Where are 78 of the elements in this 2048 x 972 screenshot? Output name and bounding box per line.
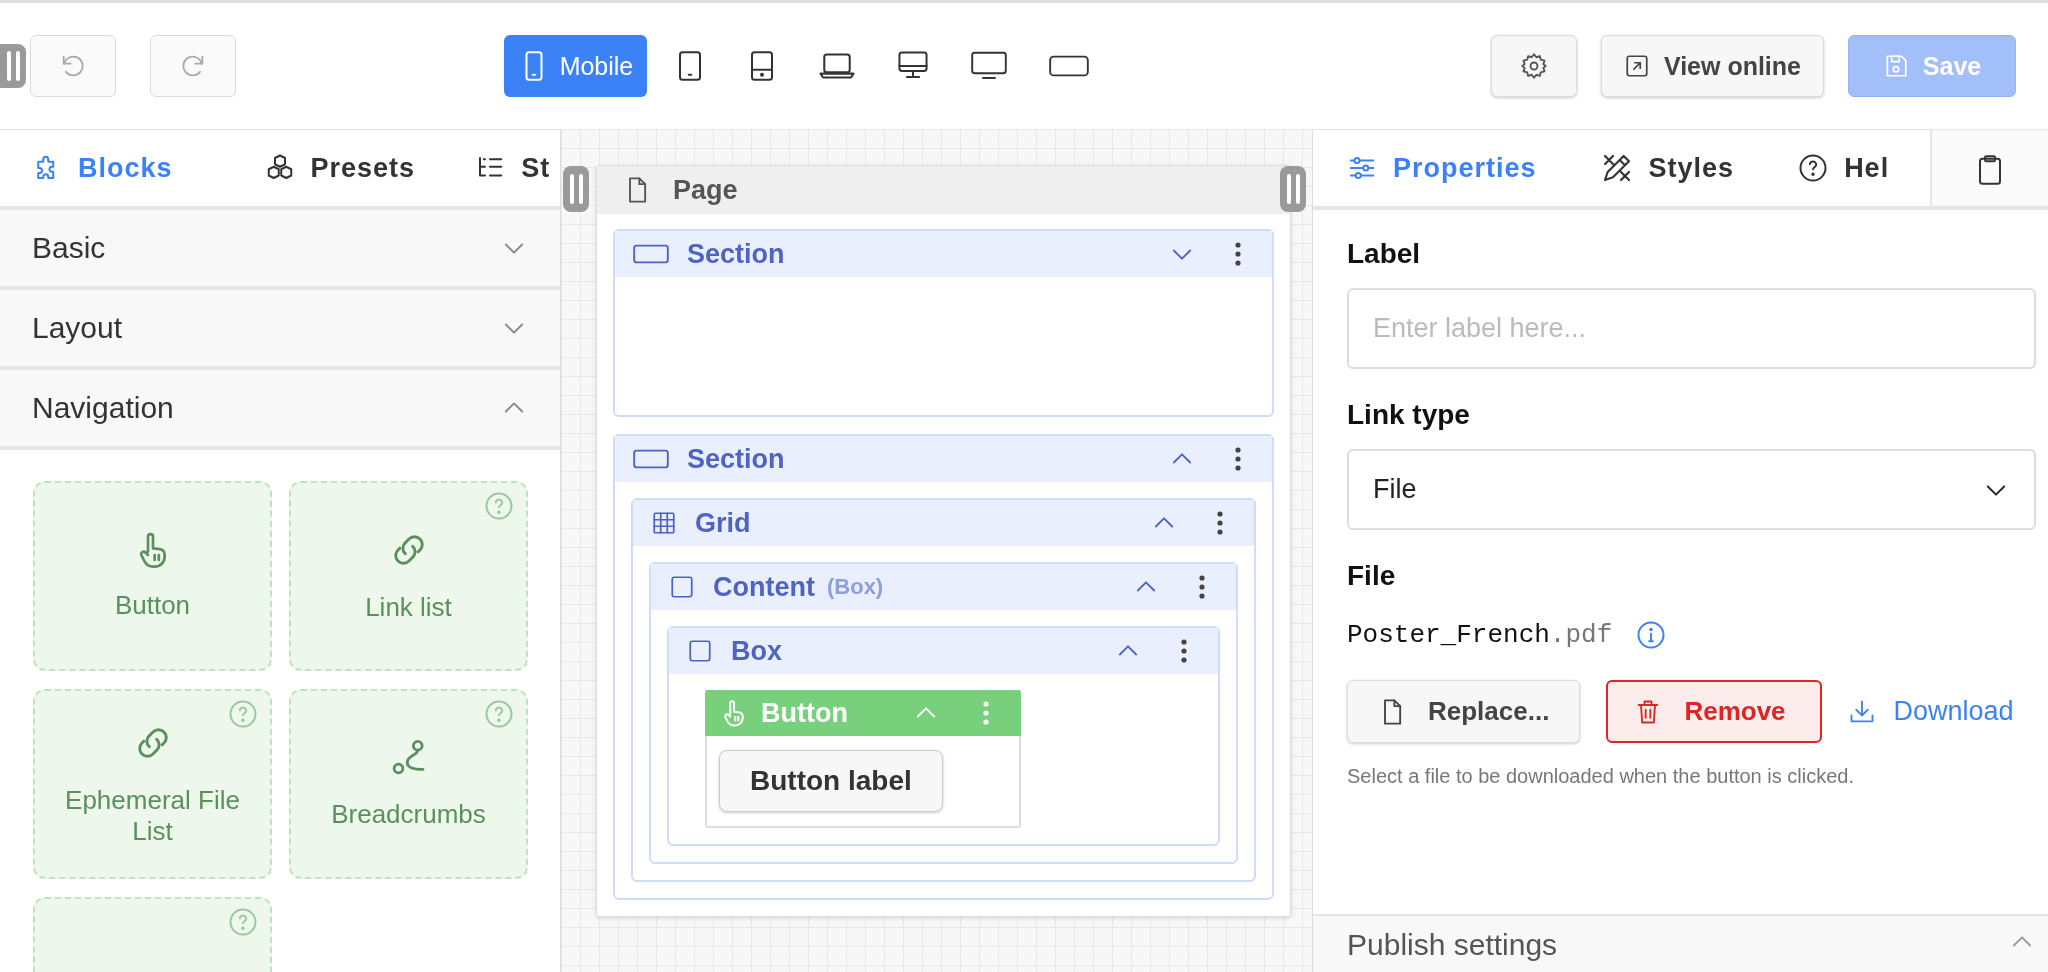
more-options-icon[interactable] [1216, 510, 1224, 536]
help-icon [1798, 153, 1829, 183]
more-options-icon[interactable] [1234, 446, 1242, 472]
view-online-button[interactable]: View online [1600, 35, 1824, 97]
panel-tab[interactable]: Properties [1313, 130, 1569, 206]
external-link-icon [1623, 53, 1650, 79]
field-label: Link type [1347, 399, 1471, 431]
button-preview[interactable]: Button label [719, 750, 943, 812]
clipboard-icon [1976, 155, 2004, 185]
page-header[interactable]: Page [597, 166, 1290, 214]
button-block[interactable]: Button Button label [705, 690, 1021, 828]
tablet-icon [749, 51, 776, 81]
help-icon [484, 699, 514, 729]
resize-handle[interactable] [563, 166, 589, 212]
link-type-select[interactable]: File [1347, 449, 2036, 530]
block-card[interactable]: Breadcrumbs [289, 689, 528, 879]
category-header[interactable]: Layout [0, 290, 560, 370]
grid-icon [651, 510, 677, 536]
settings-icon [1519, 52, 1548, 80]
block-header[interactable]: Box [669, 628, 1218, 674]
block-card[interactable]: Button [33, 481, 272, 671]
drag-handle[interactable] [0, 44, 26, 88]
label-input[interactable]: Enter label here... [1347, 288, 2036, 369]
block-header[interactable]: Content (Box) [651, 564, 1236, 610]
layout-block[interactable]: Section Grid Content (Box) Box Button Button label [613, 434, 1274, 900]
block-title: Section [687, 443, 785, 475]
resize-handle[interactable] [1280, 166, 1306, 212]
wide-screen-icon [1049, 53, 1090, 79]
box-icon [669, 574, 695, 600]
laptop-icon [819, 52, 856, 80]
help-icon [228, 699, 258, 729]
panel-tab[interactable]: St [445, 130, 560, 206]
file-name: Poster_French.pdf [1347, 620, 1613, 650]
replace-button[interactable]: Replace... [1347, 680, 1581, 743]
box-icon [687, 638, 713, 664]
block-header[interactable]: Section [615, 231, 1272, 277]
field-label: Label [1347, 238, 1422, 270]
tablet-icon [677, 51, 704, 81]
monitor-icon [971, 51, 1008, 81]
category-header[interactable]: Basic [0, 210, 560, 290]
block-title: Box [731, 635, 782, 667]
panel-tab[interactable]: Styles [1568, 130, 1767, 206]
settings-button[interactable] [1490, 35, 1577, 97]
block-card[interactable]: Link list [289, 481, 528, 671]
more-options-icon[interactable] [1234, 241, 1242, 267]
remove-button[interactable]: Remove [1606, 680, 1822, 743]
block-title: Grid [695, 507, 751, 539]
layout-block[interactable]: Content (Box) Box Button Button label [649, 562, 1238, 864]
block-label: Ephemeral File List [64, 784, 241, 848]
page-title: Page [673, 174, 738, 206]
more-options-icon[interactable] [1198, 574, 1206, 600]
help-text: Select a file to be downloaded when the button is clicked. [1347, 765, 1855, 788]
layout-block[interactable]: Box Button Button label [667, 626, 1220, 846]
block-type: (Box) [827, 574, 884, 600]
block-label: Link list [365, 592, 452, 624]
block-label: Breadcrumbs [331, 799, 486, 831]
help-icon [228, 907, 258, 937]
more-options-icon[interactable] [1180, 638, 1188, 664]
help-icon [484, 491, 514, 521]
category-header[interactable]: Navigation [0, 370, 560, 450]
block-title: Section [687, 238, 785, 270]
info-icon [1636, 620, 1667, 650]
panel-tab[interactable]: Presets [234, 130, 446, 206]
block-header[interactable]: Section [615, 436, 1272, 482]
block-label: Button [114, 590, 191, 622]
block-header[interactable]: Grid [633, 500, 1254, 546]
layout-block[interactable]: Section [613, 229, 1274, 417]
panel-tab[interactable]: Hel [1766, 130, 1922, 206]
clipboard-button[interactable] [1930, 130, 2048, 206]
field-label: File [1347, 560, 1397, 592]
publish-settings-header[interactable]: Publish settings [1313, 914, 2048, 972]
download-link[interactable]: Download [1847, 680, 2014, 743]
desktop-icon [897, 51, 930, 81]
block-title: Button [761, 697, 848, 729]
block-title: Content [713, 571, 815, 603]
block-card[interactable]: Ephemeral File List [33, 689, 272, 879]
layout-block[interactable]: Grid Content (Box) Box Button Button label [631, 498, 1256, 882]
device-button[interactable]: Mobile [503, 35, 648, 97]
